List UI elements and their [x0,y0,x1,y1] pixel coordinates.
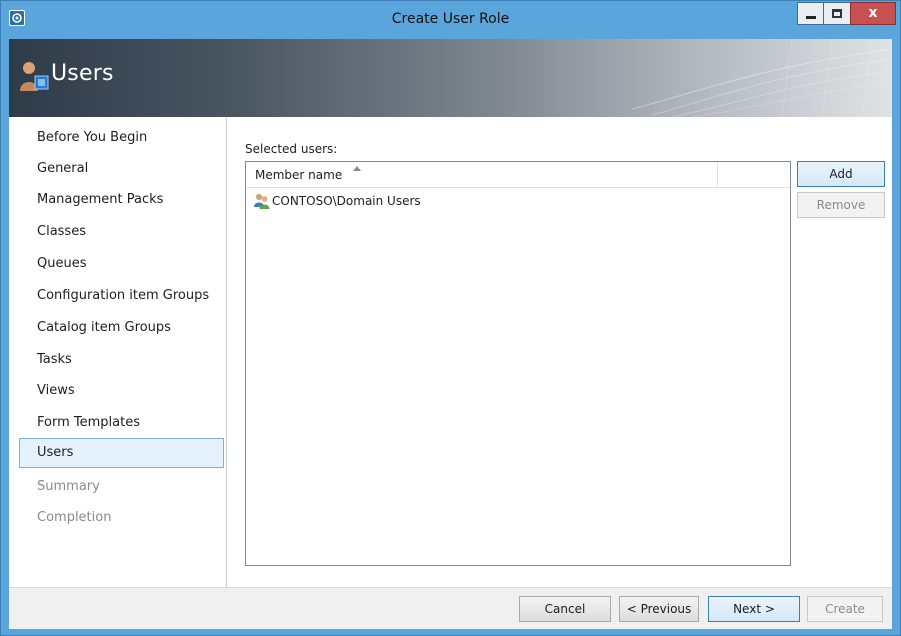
sort-ascending-icon [353,166,361,171]
nav-item-configuration-item-groups[interactable]: Configuration item Groups [19,281,224,311]
page-title: Users [51,61,114,86]
banner-wave-decoration [632,39,892,117]
selected-users-list[interactable]: Member name CONTOSO\Domain Users [245,161,791,566]
nav-item-general[interactable]: General [19,154,224,184]
users-icon [20,62,49,91]
cancel-button[interactable]: Cancel [519,596,611,622]
nav-item-catalog-item-groups[interactable]: Catalog item Groups [19,313,224,343]
nav-item-views[interactable]: Views [19,376,224,406]
nav-item-queues[interactable]: Queues [19,249,224,279]
nav-item-management-packs[interactable]: Management Packs [19,185,224,215]
users-panel: Selected users: Member name CONTOSO\Doma… [228,117,892,587]
wizard-step-nav: Before You Begin General Management Pack… [9,117,227,587]
maximize-button[interactable] [823,2,851,25]
next-button[interactable]: Next > [708,596,800,622]
nav-item-before-you-begin[interactable]: Before You Begin [19,123,224,153]
nav-item-tasks[interactable]: Tasks [19,345,224,375]
nav-item-form-templates[interactable]: Form Templates [19,408,224,438]
close-button[interactable]: x [850,2,896,25]
list-header: Member name [246,162,790,188]
window-title: Create User Role [391,11,510,27]
add-button[interactable]: Add [797,161,885,187]
nav-item-users[interactable]: Users [19,438,224,468]
title-bar[interactable]: Create User Role x [1,1,900,39]
selected-users-label: Selected users: [245,142,338,156]
nav-item-completion: Completion [37,510,112,525]
maximize-icon [832,9,842,18]
member-name: CONTOSO\Domain Users [272,194,421,208]
nav-item-classes[interactable]: Classes [19,217,224,247]
close-icon: x [868,5,878,21]
minimize-icon [806,16,816,19]
create-button: Create [807,596,883,622]
remove-button: Remove [797,192,885,218]
minimize-button[interactable] [797,2,824,25]
previous-button[interactable]: < Previous [619,596,699,622]
content-area: Before You Begin General Management Pack… [9,117,892,587]
member-name-column-header[interactable]: Member name [255,168,342,182]
column-separator[interactable] [717,162,718,188]
group-icon [254,194,270,209]
dialog-window: Create User Role x Users Before You Begi… [0,0,901,636]
list-item[interactable]: CONTOSO\Domain Users [246,192,790,212]
page-header-banner: Users [9,39,892,117]
footer-bar: Cancel < Previous Next > Create [9,587,892,629]
nav-item-summary: Summary [37,479,100,494]
